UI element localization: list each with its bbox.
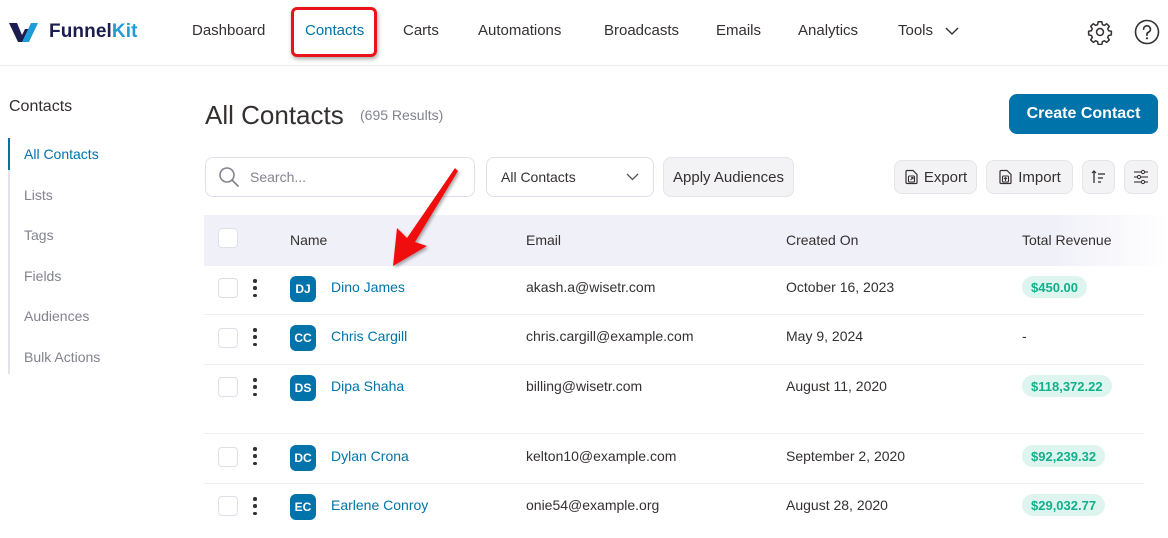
row-checkbox[interactable] xyxy=(218,447,238,467)
nav-tools-label: Tools xyxy=(898,22,934,39)
sidebar-title: Contacts xyxy=(9,98,73,115)
top-navigation-bar: FunnelKit Dashboard Contacts Carts Autom… xyxy=(0,0,1168,66)
revenue-badge: $118,372.22 xyxy=(1022,375,1112,397)
sidebar-item-all-contacts[interactable]: All Contacts xyxy=(24,146,99,162)
select-all-checkbox[interactable] xyxy=(218,228,238,248)
nav-analytics[interactable]: Analytics xyxy=(798,22,858,39)
create-contact-button[interactable]: Create Contact xyxy=(1009,94,1158,134)
contact-created-on: October 16, 2023 xyxy=(786,279,895,295)
sort-button[interactable] xyxy=(1082,160,1115,194)
sidebar-active-indicator xyxy=(8,138,10,170)
brand-name: FunnelKit xyxy=(49,21,138,42)
row-divider xyxy=(204,433,1144,434)
revenue-badge: $92,239.32 xyxy=(1022,445,1106,467)
apply-audiences-button[interactable]: Apply Audiences xyxy=(663,157,794,197)
sidebar-rail xyxy=(8,138,10,374)
export-label: Export xyxy=(923,168,968,186)
row-actions-menu-icon[interactable] xyxy=(250,378,260,396)
column-header-name[interactable]: Name xyxy=(290,232,327,248)
sort-icon xyxy=(1091,170,1105,183)
page-title: All Contacts xyxy=(205,100,344,130)
row-checkbox[interactable] xyxy=(218,377,238,397)
import-button[interactable]: Import xyxy=(986,160,1073,194)
avatar: EC xyxy=(290,494,316,520)
sidebar-item-tags[interactable]: Tags xyxy=(24,227,54,243)
revenue-badge: $29,032.77 xyxy=(1022,494,1106,516)
nav-broadcasts[interactable]: Broadcasts xyxy=(604,22,679,39)
contact-created-on: May 9, 2024 xyxy=(786,328,864,344)
row-divider xyxy=(204,483,1144,484)
nav-tools[interactable]: Tools xyxy=(898,22,959,39)
import-label: Import xyxy=(1018,168,1061,186)
export-button[interactable]: Export xyxy=(894,160,977,194)
contact-email: chris.cargill@example.com xyxy=(526,328,694,344)
contact-created-on: August 11, 2020 xyxy=(786,378,887,394)
export-file-icon xyxy=(905,169,918,185)
contact-created-on: August 28, 2020 xyxy=(786,497,888,513)
import-file-icon xyxy=(999,169,1012,185)
contact-name-link[interactable]: Chris Cargill xyxy=(331,328,407,344)
sidebar-item-bulk-actions[interactable]: Bulk Actions xyxy=(24,349,100,365)
annotation-highlight-box xyxy=(291,7,377,57)
sidebar-item-fields[interactable]: Fields xyxy=(24,268,61,284)
audience-select-value: All Contacts xyxy=(501,169,576,185)
result-count: (695 Results) xyxy=(360,107,444,123)
contact-name-link[interactable]: Dino James xyxy=(331,279,405,295)
funnelkit-logo[interactable]: FunnelKit xyxy=(9,20,138,44)
nav-dashboard[interactable]: Dashboard xyxy=(192,22,265,39)
avatar: DS xyxy=(290,375,316,401)
contact-email: onie54@example.org xyxy=(526,497,660,513)
table-header: Name Email Created On Total Revenue xyxy=(204,215,1168,266)
annotation-arrow-icon xyxy=(393,168,458,266)
help-button[interactable] xyxy=(1134,19,1160,45)
column-header-created-on[interactable]: Created On xyxy=(786,232,858,248)
contact-email: billing@wisetr.com xyxy=(526,378,643,394)
gear-icon xyxy=(1087,20,1113,46)
sliders-icon xyxy=(1134,169,1148,185)
row-actions-menu-icon[interactable] xyxy=(250,328,260,346)
column-header-total-revenue[interactable]: Total Revenue xyxy=(1022,232,1112,248)
revenue-badge: $450.00 xyxy=(1022,276,1087,298)
row-checkbox[interactable] xyxy=(218,328,238,348)
column-settings-button[interactable] xyxy=(1124,160,1158,194)
row-actions-menu-icon[interactable] xyxy=(250,497,260,515)
column-header-email[interactable]: Email xyxy=(526,232,561,248)
contact-email: kelton10@example.com xyxy=(526,448,677,464)
chevron-down-icon xyxy=(945,27,959,35)
contact-email: akash.a@wisetr.com xyxy=(526,279,656,295)
help-icon xyxy=(1134,19,1160,45)
sidebar-item-lists[interactable]: Lists xyxy=(24,187,53,203)
chevron-down-icon xyxy=(626,173,639,181)
search-icon xyxy=(219,167,239,187)
funnelkit-logo-icon xyxy=(9,23,38,42)
contact-name-link[interactable]: Earlene Conroy xyxy=(331,497,428,513)
nav-carts[interactable]: Carts xyxy=(403,22,439,39)
revenue-value: - xyxy=(1022,328,1027,344)
sidebar-item-audiences[interactable]: Audiences xyxy=(24,308,89,324)
row-actions-menu-icon[interactable] xyxy=(250,279,260,297)
avatar: DJ xyxy=(290,276,316,302)
audience-select[interactable]: All Contacts xyxy=(486,157,654,197)
nav-emails[interactable]: Emails xyxy=(716,22,761,39)
row-checkbox[interactable] xyxy=(218,496,238,516)
settings-button[interactable] xyxy=(1087,19,1113,46)
avatar: CC xyxy=(290,325,316,351)
row-divider xyxy=(204,364,1144,365)
avatar: DC xyxy=(290,445,316,471)
nav-automations[interactable]: Automations xyxy=(478,22,561,39)
row-checkbox[interactable] xyxy=(218,278,238,298)
contact-name-link[interactable]: Dipa Shaha xyxy=(331,378,404,394)
contact-created-on: September 2, 2020 xyxy=(786,448,906,464)
row-actions-menu-icon[interactable] xyxy=(250,447,260,465)
row-divider xyxy=(204,314,1144,315)
contact-name-link[interactable]: Dylan Crona xyxy=(331,448,409,464)
